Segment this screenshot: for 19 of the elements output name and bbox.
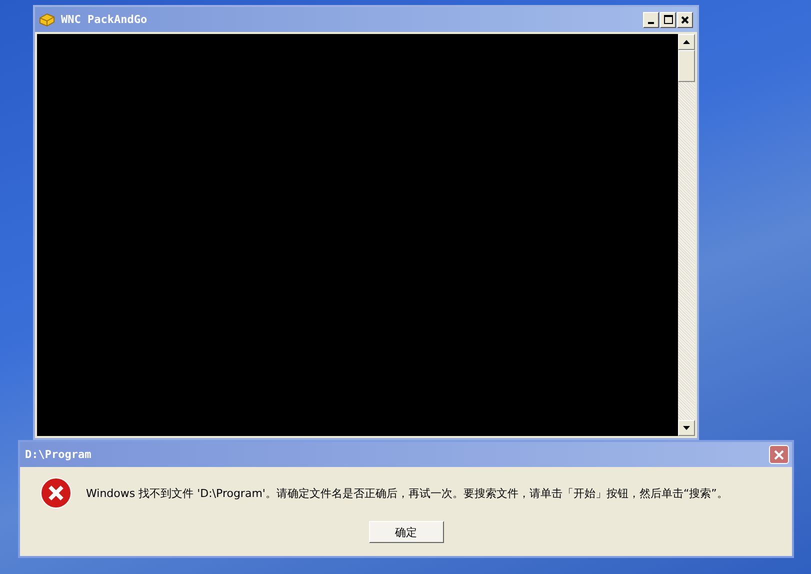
ok-button[interactable]: 确定: [368, 521, 444, 543]
scroll-thumb[interactable]: [678, 50, 695, 82]
cube-icon: [39, 12, 55, 26]
error-message: Windows 找不到文件 'D:\Program'。请确定文件名是否正确后，再试一次。要搜索文件，请单击「开始」按钮，然后单击“搜索”。: [86, 486, 728, 500]
window-title: WNC PackAndGo: [61, 13, 148, 26]
up-arrow-icon: [683, 40, 690, 44]
down-arrow-icon: [683, 426, 690, 430]
close-icon: [681, 16, 689, 24]
scroll-down-button[interactable]: [678, 420, 695, 436]
maximize-icon: [664, 15, 672, 24]
error-icon: [40, 477, 72, 509]
minimize-button[interactable]: [643, 12, 659, 28]
minimize-icon: [648, 22, 654, 24]
maximize-button[interactable]: [660, 12, 676, 28]
scroll-up-button[interactable]: [678, 34, 695, 50]
vertical-scrollbar[interactable]: [678, 34, 695, 436]
close-button[interactable]: [677, 12, 693, 28]
close-icon: [774, 450, 784, 460]
dialog-title: D:\Program: [25, 448, 92, 461]
